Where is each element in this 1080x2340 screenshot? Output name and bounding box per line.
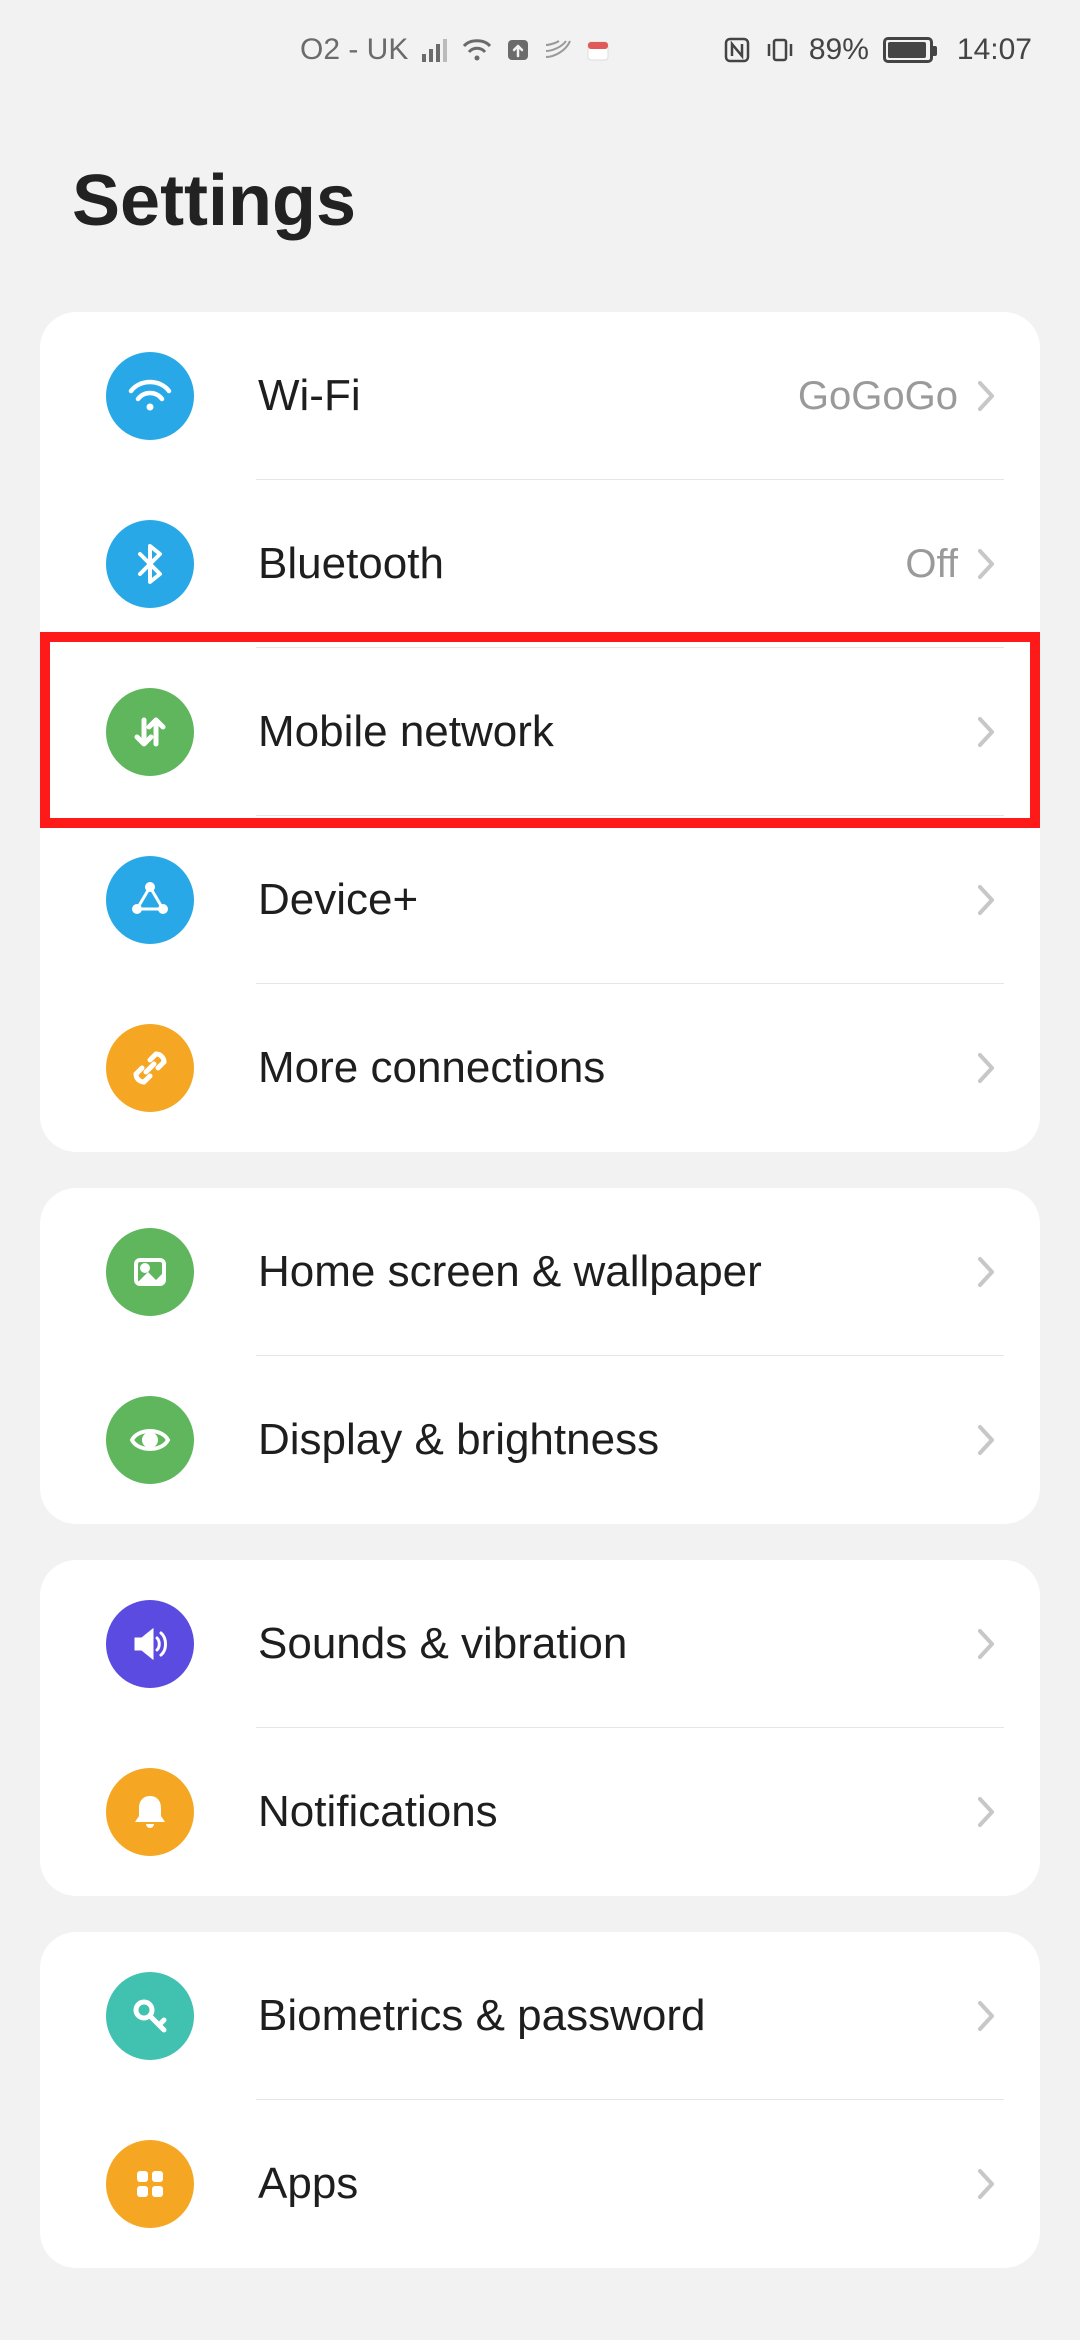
signal-icon — [422, 38, 448, 62]
chevron-right-icon — [968, 714, 1004, 750]
wifi-status-icon — [462, 38, 492, 62]
row-biometrics[interactable]: Biometrics & password — [40, 1932, 1040, 2100]
battery-icon — [883, 37, 935, 63]
vibrate-icon — [765, 37, 795, 63]
mobile-data-icon — [106, 688, 194, 776]
settings-group-security: Biometrics & password Apps — [40, 1932, 1040, 2268]
row-label: Mobile network — [258, 707, 968, 757]
row-value: Off — [905, 542, 958, 587]
upload-icon — [506, 38, 530, 62]
swoosh-icon — [544, 39, 572, 61]
chevron-right-icon — [968, 546, 1004, 582]
row-label: Apps — [258, 2159, 968, 2209]
chevron-right-icon — [968, 2166, 1004, 2202]
row-home-wallpaper[interactable]: Home screen & wallpaper — [40, 1188, 1040, 1356]
chevron-right-icon — [968, 1626, 1004, 1662]
device-plus-icon — [106, 856, 194, 944]
row-mobile-network[interactable]: Mobile network — [40, 648, 1040, 816]
calendar-status-icon — [586, 38, 610, 62]
speaker-icon — [106, 1600, 194, 1688]
key-icon — [106, 1972, 194, 2060]
battery-percent: 89% — [809, 33, 869, 67]
eye-icon — [106, 1396, 194, 1484]
clock: 14:07 — [957, 33, 1032, 67]
row-apps[interactable]: Apps — [40, 2100, 1040, 2268]
nfc-icon — [723, 36, 751, 64]
row-label: Biometrics & password — [258, 1991, 968, 2041]
row-label: Display & brightness — [258, 1415, 968, 1465]
settings-group-sound: Sounds & vibration Notifications — [40, 1560, 1040, 1896]
row-device-plus[interactable]: Device+ — [40, 816, 1040, 984]
row-label: Sounds & vibration — [258, 1619, 968, 1669]
chevron-right-icon — [968, 1794, 1004, 1830]
bell-icon — [106, 1768, 194, 1856]
chevron-right-icon — [968, 1998, 1004, 2034]
row-display-brightness[interactable]: Display & brightness — [40, 1356, 1040, 1524]
image-icon — [106, 1228, 194, 1316]
chevron-right-icon — [968, 882, 1004, 918]
apps-grid-icon — [106, 2140, 194, 2228]
row-bluetooth[interactable]: Bluetooth Off — [40, 480, 1040, 648]
row-label: Home screen & wallpaper — [258, 1247, 968, 1297]
chevron-right-icon — [968, 1422, 1004, 1458]
wifi-icon — [106, 352, 194, 440]
link-icon — [106, 1024, 194, 1112]
row-notifications[interactable]: Notifications — [40, 1728, 1040, 1896]
row-label: Bluetooth — [258, 539, 905, 589]
row-label: Device+ — [258, 875, 968, 925]
bluetooth-icon — [106, 520, 194, 608]
row-wifi[interactable]: Wi-Fi GoGoGo — [40, 312, 1040, 480]
status-bar-left: O2 - UK — [300, 33, 610, 67]
row-more-connections[interactable]: More connections — [40, 984, 1040, 1152]
chevron-right-icon — [968, 1050, 1004, 1086]
row-label: More connections — [258, 1043, 968, 1093]
row-value: GoGoGo — [798, 374, 958, 419]
chevron-right-icon — [968, 378, 1004, 414]
status-bar-right: 89% 14:07 — [723, 33, 1032, 67]
carrier-label: O2 - UK — [300, 33, 408, 67]
row-label: Wi-Fi — [258, 371, 798, 421]
status-bar: O2 - UK 89% 14:07 — [0, 0, 1080, 100]
page-title: Settings — [0, 100, 1080, 312]
row-sounds[interactable]: Sounds & vibration — [40, 1560, 1040, 1728]
settings-group-display: Home screen & wallpaper Display & bright… — [40, 1188, 1040, 1524]
row-label: Notifications — [258, 1787, 968, 1837]
chevron-right-icon — [968, 1254, 1004, 1290]
settings-group-connectivity: Wi-Fi GoGoGo Bluetooth Off Mobile networ… — [40, 312, 1040, 1152]
